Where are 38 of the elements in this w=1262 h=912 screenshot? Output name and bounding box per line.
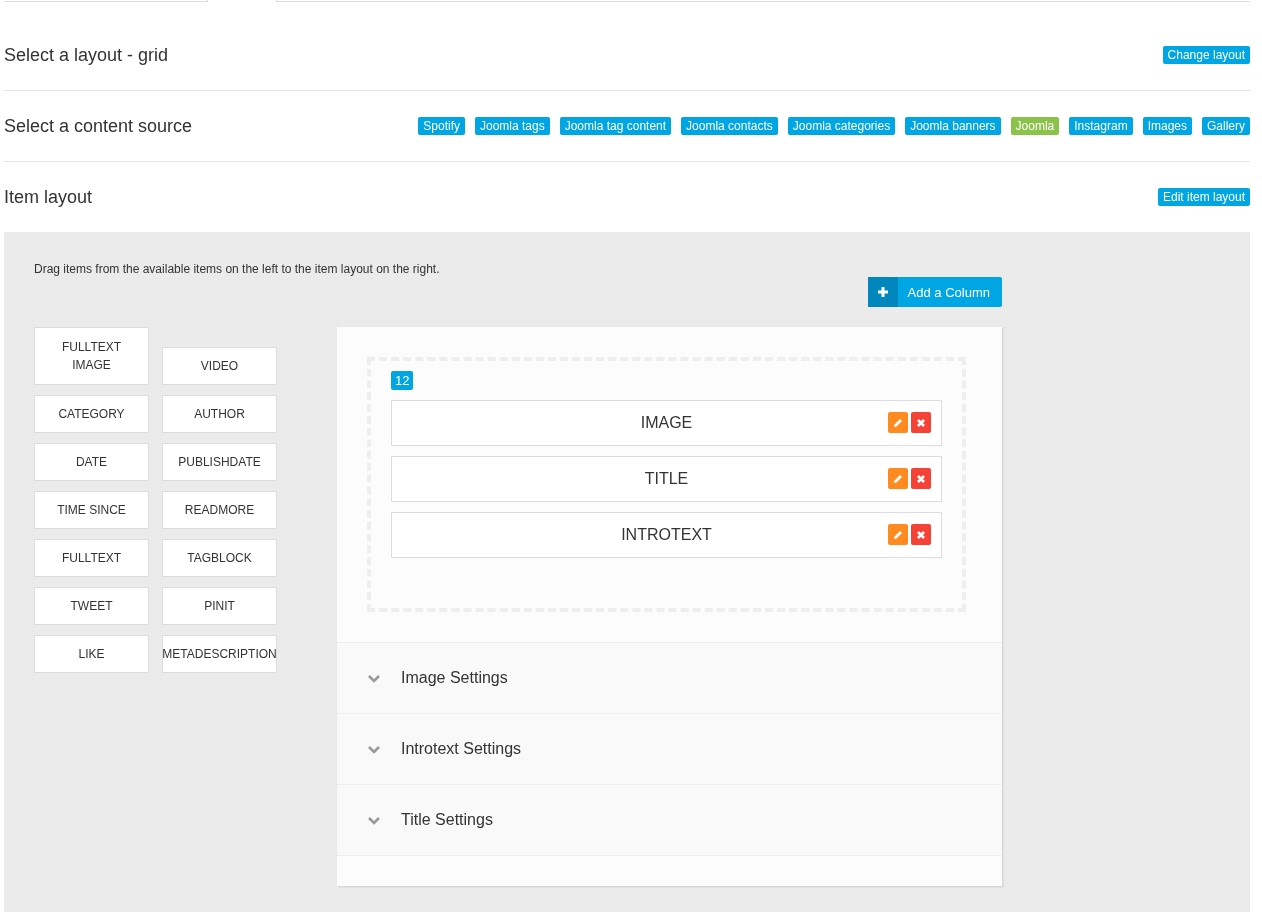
layout-item-label: IMAGE bbox=[640, 414, 693, 432]
settings-title: Introtext Settings bbox=[401, 740, 522, 758]
available-item[interactable]: TAGBLOCK bbox=[162, 539, 277, 577]
available-item[interactable]: DATE bbox=[34, 443, 149, 481]
layout-item[interactable]: TITLE bbox=[391, 456, 942, 502]
available-item[interactable]: PUBLISHDATE bbox=[162, 443, 277, 481]
available-item[interactable]: READMORE bbox=[162, 491, 277, 529]
available-item[interactable]: FULLTEXT bbox=[34, 539, 149, 577]
section-title: Select a layout - grid bbox=[4, 44, 169, 66]
close-icon[interactable] bbox=[911, 412, 931, 433]
instructions-text: Drag items from the available items on the left to the item layout on the right. bbox=[34, 262, 441, 276]
available-item[interactable]: TIME SINCE bbox=[34, 491, 149, 529]
available-item[interactable]: VIDEO bbox=[162, 347, 277, 385]
close-icon[interactable] bbox=[911, 468, 931, 489]
available-item[interactable]: TWEET bbox=[34, 587, 149, 625]
layout-item[interactable]: INTROTEXT bbox=[391, 512, 942, 558]
close-icon[interactable] bbox=[911, 524, 931, 545]
edit-icon[interactable] bbox=[888, 468, 908, 489]
settings-accordion[interactable]: Title Settings bbox=[337, 785, 1002, 856]
layout-item-label: TITLE bbox=[644, 470, 689, 488]
edit-icon[interactable] bbox=[888, 412, 908, 433]
layout-item[interactable]: IMAGE bbox=[391, 400, 942, 446]
available-item[interactable]: CATEGORY bbox=[34, 395, 149, 433]
settings-title: Image Settings bbox=[401, 669, 508, 687]
available-item[interactable]: AUTHOR bbox=[162, 395, 277, 433]
layout-item-label: INTROTEXT bbox=[621, 526, 712, 544]
available-item[interactable]: PINIT bbox=[162, 587, 277, 625]
available-item[interactable]: FULLTEXT IMAGE bbox=[34, 327, 149, 385]
edit-icon[interactable] bbox=[888, 524, 908, 545]
section-title: Item layout bbox=[4, 186, 93, 208]
available-item[interactable]: LIKE bbox=[34, 635, 149, 673]
settings-accordion[interactable]: Image Settings bbox=[337, 643, 1002, 714]
available-item[interactable]: METADESCRIPTION bbox=[162, 635, 277, 673]
column-width-badge: 12 bbox=[391, 371, 414, 390]
plus-icon bbox=[867, 277, 898, 307]
settings-title: Title Settings bbox=[401, 811, 493, 829]
section-title: Select a content source bbox=[4, 115, 193, 137]
settings-accordion[interactable]: Introtext Settings bbox=[337, 714, 1002, 785]
